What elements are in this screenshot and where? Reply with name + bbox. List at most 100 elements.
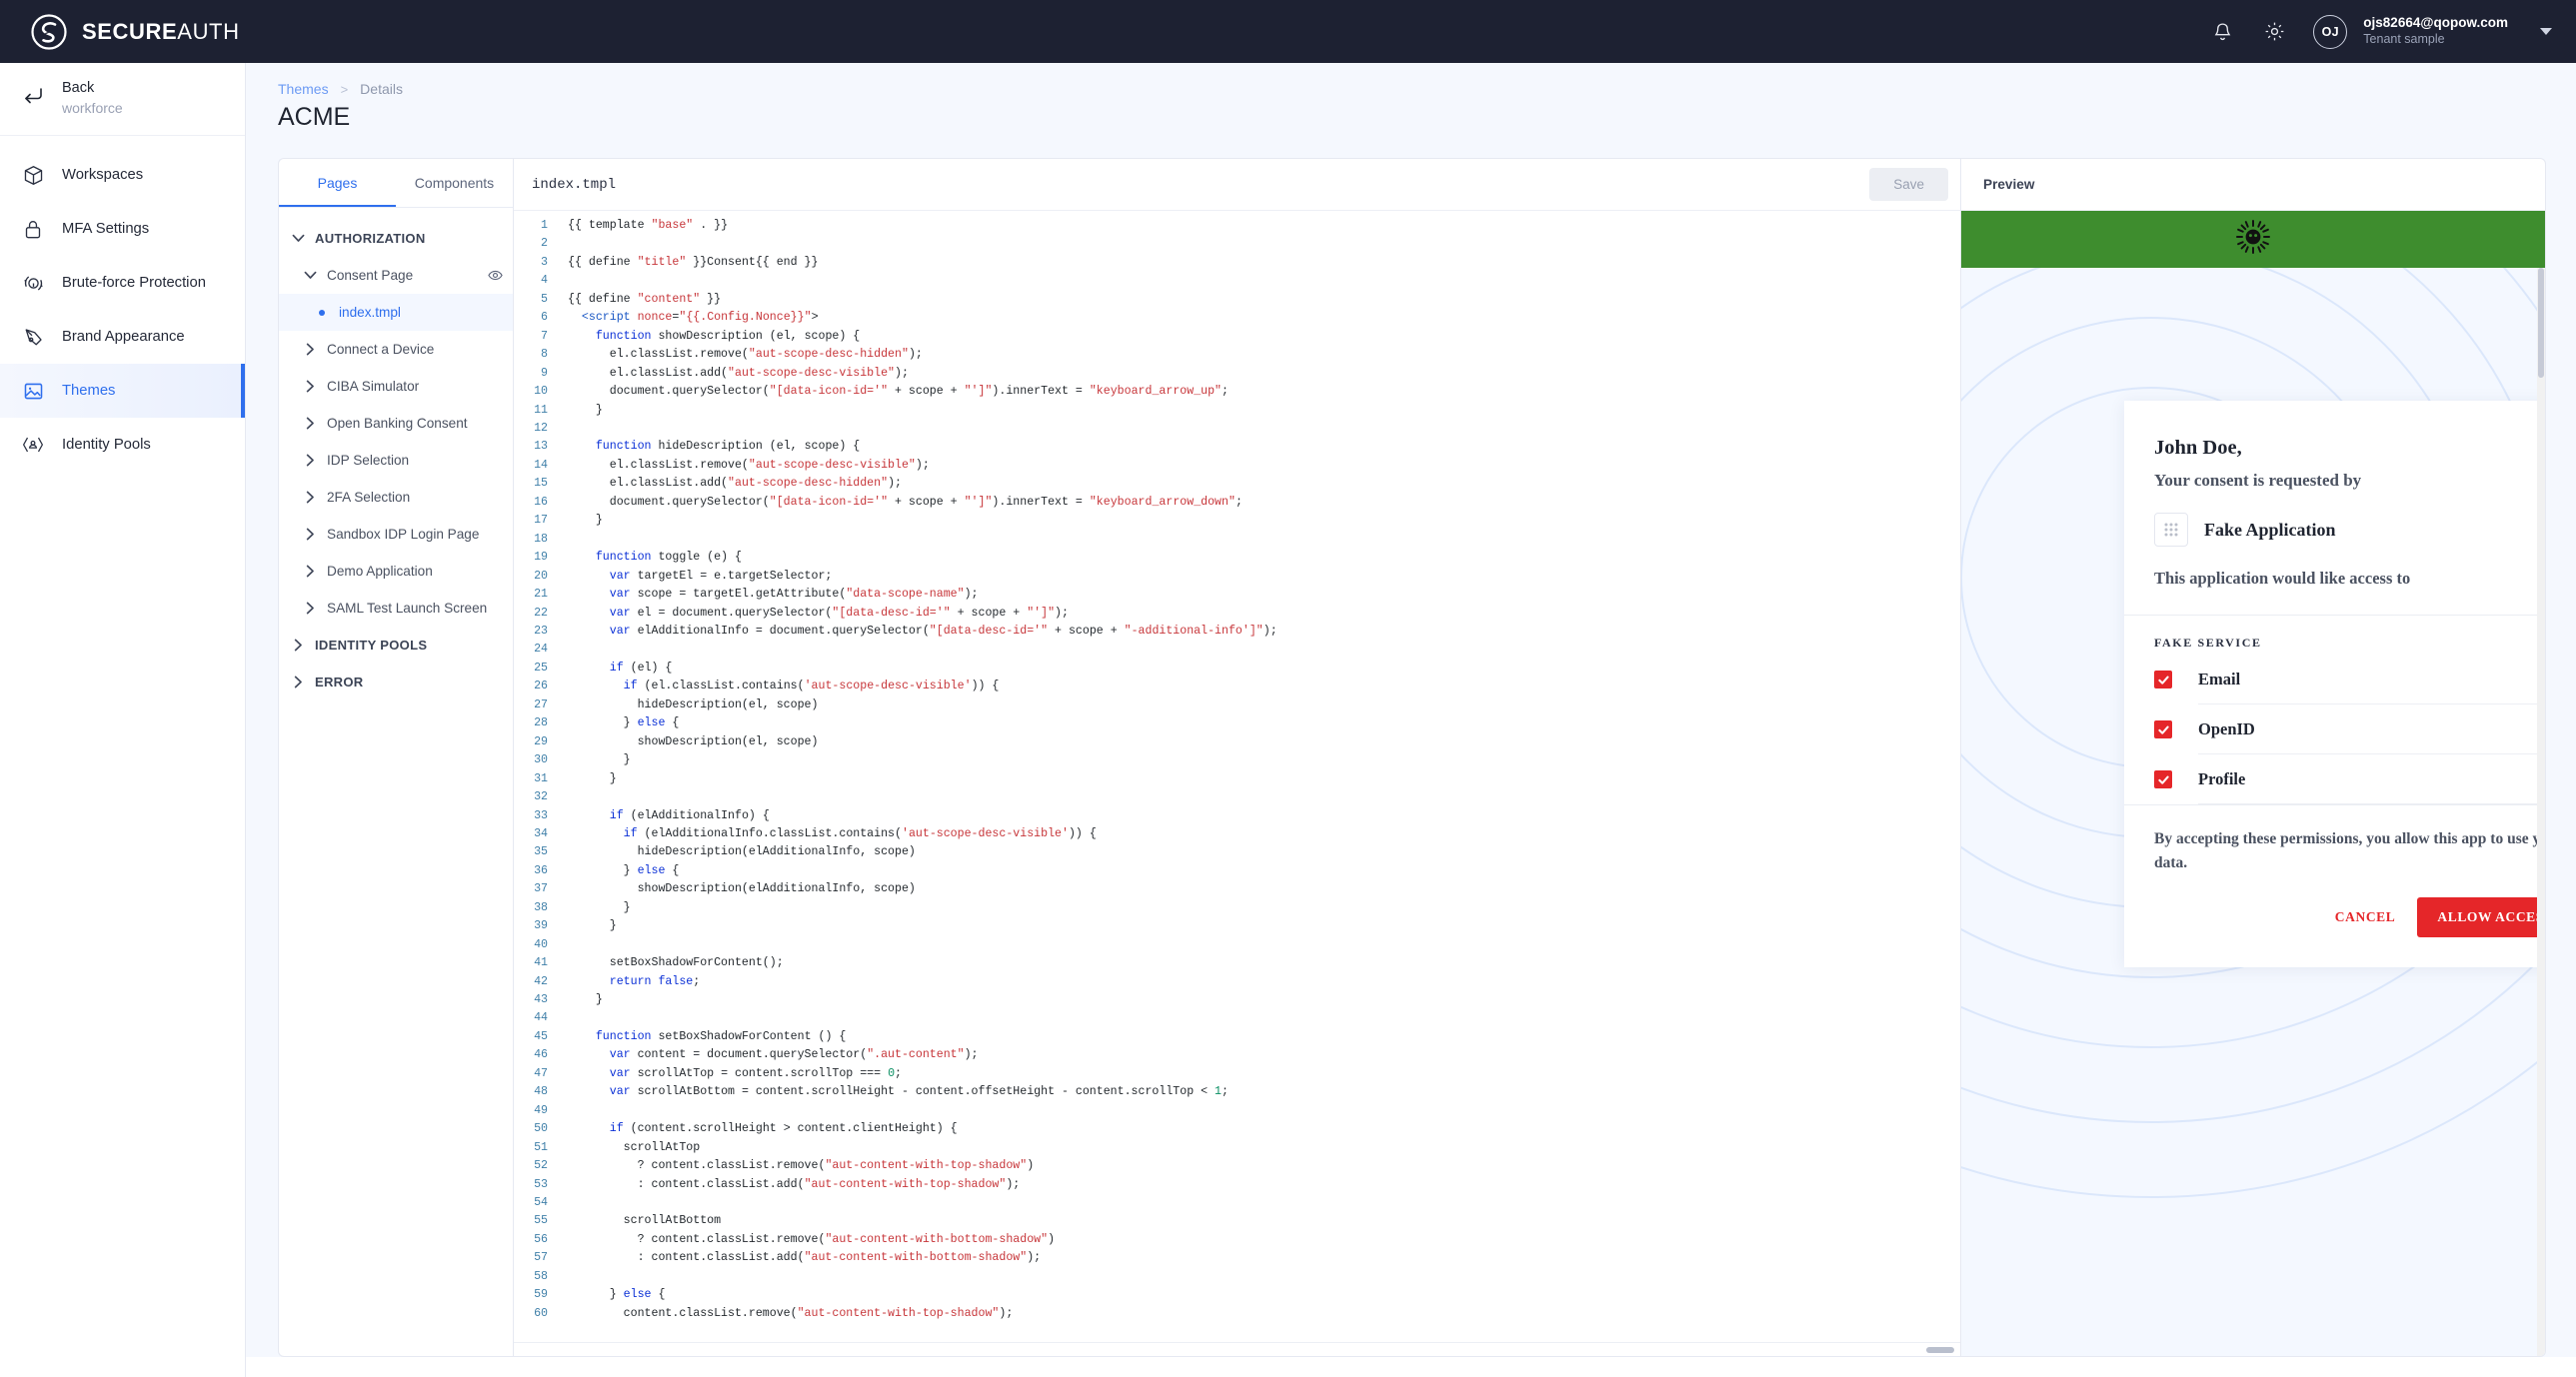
scope-row[interactable]: Email xyxy=(2124,655,2545,704)
sidebar-back-button[interactable]: Back workforce xyxy=(0,63,245,137)
code-line-text: {{ define "title" }}Consent{{ end }} xyxy=(568,255,819,269)
chevron-right-icon[interactable] xyxy=(303,380,317,393)
line-number: 26 xyxy=(534,680,548,693)
tree-item-sandbox-idp-login-page[interactable]: Sandbox IDP Login Page xyxy=(279,516,513,553)
gear-icon[interactable] xyxy=(2261,19,2287,45)
save-button[interactable]: Save xyxy=(1869,168,1948,201)
chevron-right-icon[interactable] xyxy=(303,454,317,467)
editor-horizontal-scrollbar[interactable] xyxy=(514,1342,1960,1356)
tree-item-authorization[interactable]: AUTHORIZATION xyxy=(279,220,513,257)
tree-item-label: Sandbox IDP Login Page xyxy=(327,527,480,542)
tree-item-saml-test-launch-screen[interactable]: SAML Test Launch Screen xyxy=(279,590,513,627)
tree-item-consent-page[interactable]: Consent Page xyxy=(279,257,513,294)
allow-access-button[interactable]: ALLOW ACCESS xyxy=(2417,897,2545,938)
tree-item-identity-pools[interactable]: IDENTITY POOLS xyxy=(279,627,513,664)
tree-item-error[interactable]: ERROR xyxy=(279,664,513,700)
editor-filename: index.tmpl xyxy=(532,176,617,193)
sidebar-item-mfa-settings[interactable]: MFA Settings xyxy=(0,202,245,256)
code-line-text: } xyxy=(568,771,617,785)
scrollbar-thumb[interactable] xyxy=(2538,268,2544,378)
chevron-right-icon[interactable] xyxy=(303,528,317,541)
preview-vertical-scrollbar[interactable] xyxy=(2537,268,2545,1356)
code-line-text: if (el.classList.contains('aut-scope-des… xyxy=(623,680,1000,693)
pages-panel: Pages Components AUTHORIZATION Consent Pa… xyxy=(278,158,513,1357)
chevron-down-icon[interactable] xyxy=(2540,28,2552,35)
code-line-text: return false; xyxy=(609,974,701,988)
sidebar-item-brute-force-protection[interactable]: Brute-force Protection xyxy=(0,256,245,310)
chevron-right-icon[interactable] xyxy=(303,417,317,430)
code-line-text: : content.classList.add("aut-content-wit… xyxy=(568,1251,1042,1265)
chevron-right-icon[interactable] xyxy=(303,343,317,356)
code-line: 13 function hideDescription (el, scope) … xyxy=(514,438,1960,456)
code-line-text: } xyxy=(568,919,617,933)
sidebar-item-label: Themes xyxy=(62,383,116,400)
chevron-right-icon[interactable] xyxy=(303,491,317,504)
line-number: 36 xyxy=(534,863,548,877)
code-line: 1 {{ template "base" . }} xyxy=(514,217,1960,235)
chevron-right-icon[interactable] xyxy=(303,602,317,615)
scope-checkbox[interactable] xyxy=(2154,671,2172,688)
code-line-text: var scrollAtTop = content.scrollTop === … xyxy=(609,1066,902,1080)
tree-item-idp-selection[interactable]: IDP Selection xyxy=(279,442,513,479)
code-line-text: } else { xyxy=(568,1288,666,1302)
line-number: 20 xyxy=(534,569,548,583)
bell-icon[interactable] xyxy=(2209,19,2235,45)
chevron-down-icon[interactable] xyxy=(291,234,305,243)
line-number: 51 xyxy=(534,1140,548,1154)
scope-row[interactable]: OpenID xyxy=(2124,704,2545,754)
secureauth-logo-icon xyxy=(30,13,68,51)
code-line: 33 if (elAdditionalInfo) { xyxy=(514,807,1960,825)
chevron-right-icon[interactable] xyxy=(291,639,305,652)
sidebar-item-workspaces[interactable]: Workspaces xyxy=(0,148,245,202)
scope-row[interactable]: Profile xyxy=(2124,754,2545,804)
avatar[interactable]: OJ xyxy=(2313,14,2348,49)
scope-checkbox[interactable] xyxy=(2154,770,2172,788)
tree-item-demo-application[interactable]: Demo Application xyxy=(279,553,513,590)
code-line-text: if (elAdditionalInfo.classList.contains(… xyxy=(623,826,1097,840)
chevron-down-icon[interactable] xyxy=(303,271,317,280)
code-line: 55 scrollAtBottom xyxy=(514,1212,1960,1230)
cancel-button[interactable]: CANCEL xyxy=(2335,909,2396,925)
line-number: 48 xyxy=(534,1085,548,1099)
eye-icon[interactable] xyxy=(488,270,503,281)
code-line: 25 if (el) { xyxy=(514,660,1960,678)
tab-pages[interactable]: Pages xyxy=(279,159,396,207)
line-number: 27 xyxy=(534,697,548,711)
code-line-text: function toggle (e) { xyxy=(595,551,742,565)
scrollbar-thumb[interactable] xyxy=(1926,1347,1954,1353)
tree-item-open-banking-consent[interactable]: Open Banking Consent xyxy=(279,405,513,442)
tree-item-connect-a-device[interactable]: Connect a Device xyxy=(279,331,513,368)
tab-components[interactable]: Components xyxy=(396,159,513,207)
tree-item-index-tmpl[interactable]: index.tmpl xyxy=(279,294,513,331)
brand-name: SECUREAUTH xyxy=(82,18,240,44)
code-line: 11 } xyxy=(514,402,1960,420)
sidebar-item-themes[interactable]: Themes xyxy=(0,364,245,419)
chevron-right-icon[interactable] xyxy=(291,676,305,688)
tree-item-2fa-selection[interactable]: 2FA Selection xyxy=(279,479,513,516)
tree-item-ciba-simulator[interactable]: CIBA Simulator xyxy=(279,368,513,405)
scope-checkbox[interactable] xyxy=(2154,720,2172,738)
code-line: 21 var scope = targetEl.getAttribute("da… xyxy=(514,586,1960,604)
consent-note: By accepting these permissions, you allo… xyxy=(2154,830,2545,872)
user-info[interactable]: ojs82664@qopow.com Tenant sample xyxy=(2363,15,2508,48)
chevron-right-icon[interactable] xyxy=(303,565,317,578)
line-number: 14 xyxy=(534,458,548,472)
line-number: 57 xyxy=(534,1251,548,1265)
code-line: 39 } xyxy=(514,917,1960,935)
app-shell: Back workforce Workspaces MFA Settings B… xyxy=(0,63,2576,1377)
line-number: 5 xyxy=(541,292,548,306)
line-number: 3 xyxy=(541,255,548,269)
code-line-text: el.classList.add("aut-scope-desc-hidden"… xyxy=(568,477,902,491)
code-line: 59 } else { xyxy=(514,1286,1960,1304)
sidebar-item-brand-appearance[interactable]: Brand Appearance xyxy=(0,310,245,364)
tree-item-label: IDENTITY POOLS xyxy=(315,638,428,653)
code-line-text: {{ template "base" . }} xyxy=(568,219,729,232)
code-scroll-area[interactable]: 1 {{ template "base" . }} 2 3 {{ define "ti… xyxy=(514,211,1960,1342)
code-line: 40 xyxy=(514,936,1960,954)
breadcrumb-themes-link[interactable]: Themes xyxy=(278,81,329,97)
sidebar-item-identity-pools[interactable]: Identity Pools xyxy=(0,418,245,472)
code-content[interactable]: 1 {{ template "base" . }} 2 3 {{ define "ti… xyxy=(514,211,1960,1323)
